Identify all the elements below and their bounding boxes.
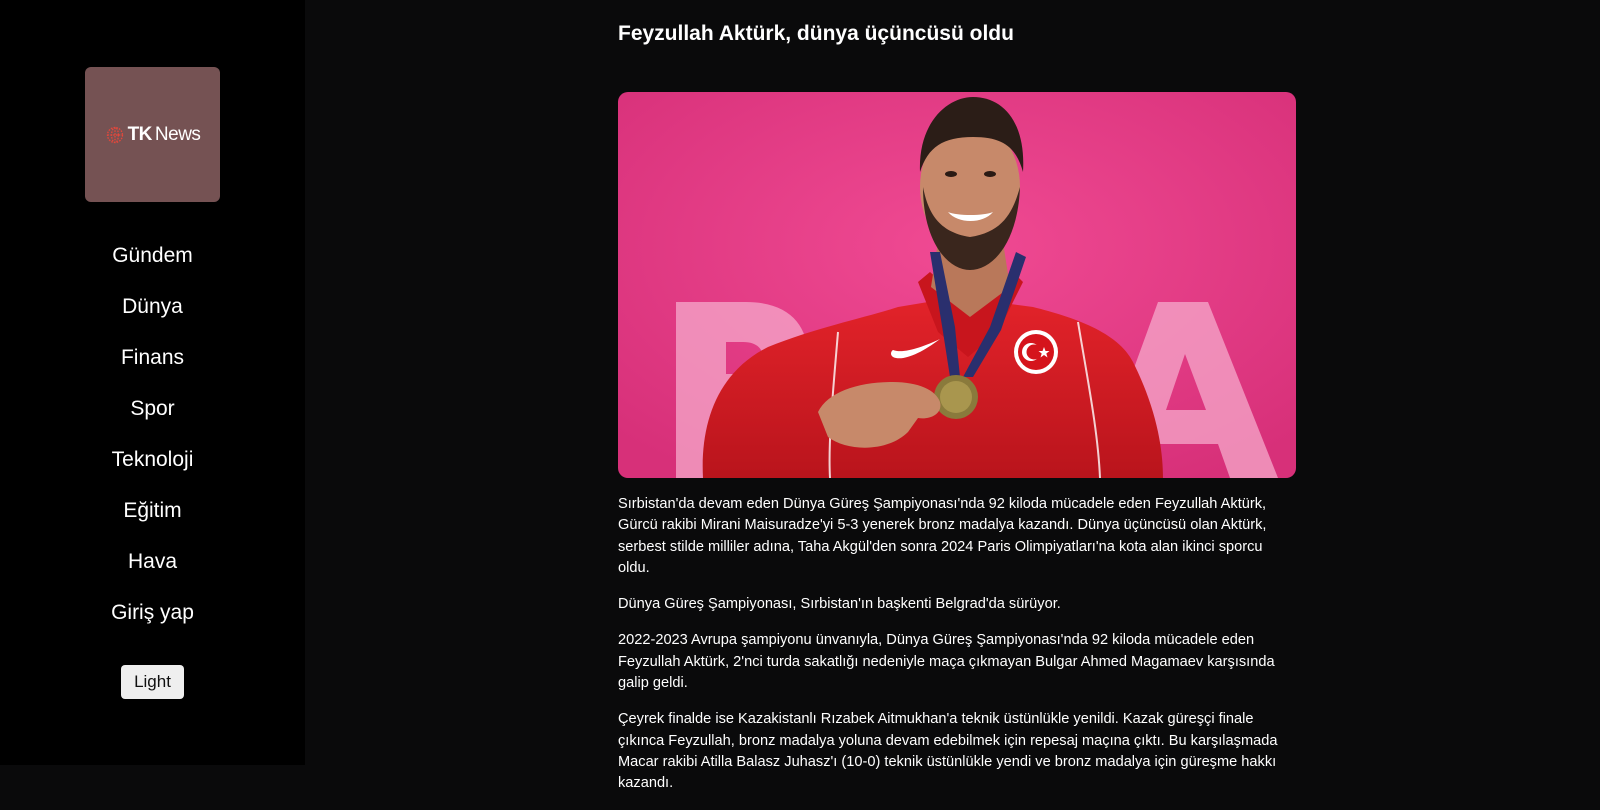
logo-tk-text: TK (127, 123, 153, 145)
nav-item-hava[interactable]: Hava (0, 536, 305, 587)
article-body: Sırbistan'da devam eden Dünya Güreş Şamp… (618, 494, 1288, 810)
nav-item-finans[interactable]: Finans (0, 332, 305, 383)
sidebar: TK News Gündem Dünya Finans Spor Teknolo… (0, 0, 305, 765)
main-nav: Gündem Dünya Finans Spor Teknoloji Eğiti… (0, 230, 305, 638)
nav-item-spor[interactable]: Spor (0, 383, 305, 434)
article-paragraph: Çeyrek finalde ise Kazakistanlı Rızabek … (618, 711, 1278, 792)
article-title: Feyzullah Aktürk, dünya üçüncüsü oldu (618, 22, 1014, 45)
article-paragraph: 2022-2023 Avrupa şampiyonu ünvanıyla, Dü… (618, 632, 1275, 692)
nav-item-dunya[interactable]: Dünya (0, 281, 305, 332)
theme-toggle-button[interactable]: Light (121, 665, 184, 699)
site-logo[interactable]: TK News (85, 67, 220, 202)
article-paragraph: Sırbistan'da devam eden Dünya Güreş Şamp… (618, 496, 1267, 576)
logo-wordmark: TK News (105, 124, 201, 146)
main-content: Feyzullah Aktürk, dünya üçüncüsü oldu Sı… (305, 0, 1600, 791)
wrestler-photo-icon (618, 92, 1296, 478)
article-hero-image (618, 92, 1296, 478)
logo-news-text: News (154, 123, 201, 145)
nav-item-egitim[interactable]: Eğitim (0, 485, 305, 536)
article-paragraph: Dünya Güreş Şampiyonası, Sırbistan'ın ba… (618, 596, 1061, 613)
nav-item-gundem[interactable]: Gündem (0, 230, 305, 281)
globe-icon (106, 126, 123, 143)
nav-item-teknoloji[interactable]: Teknoloji (0, 434, 305, 485)
nav-item-login[interactable]: Giriş yap (0, 587, 305, 638)
